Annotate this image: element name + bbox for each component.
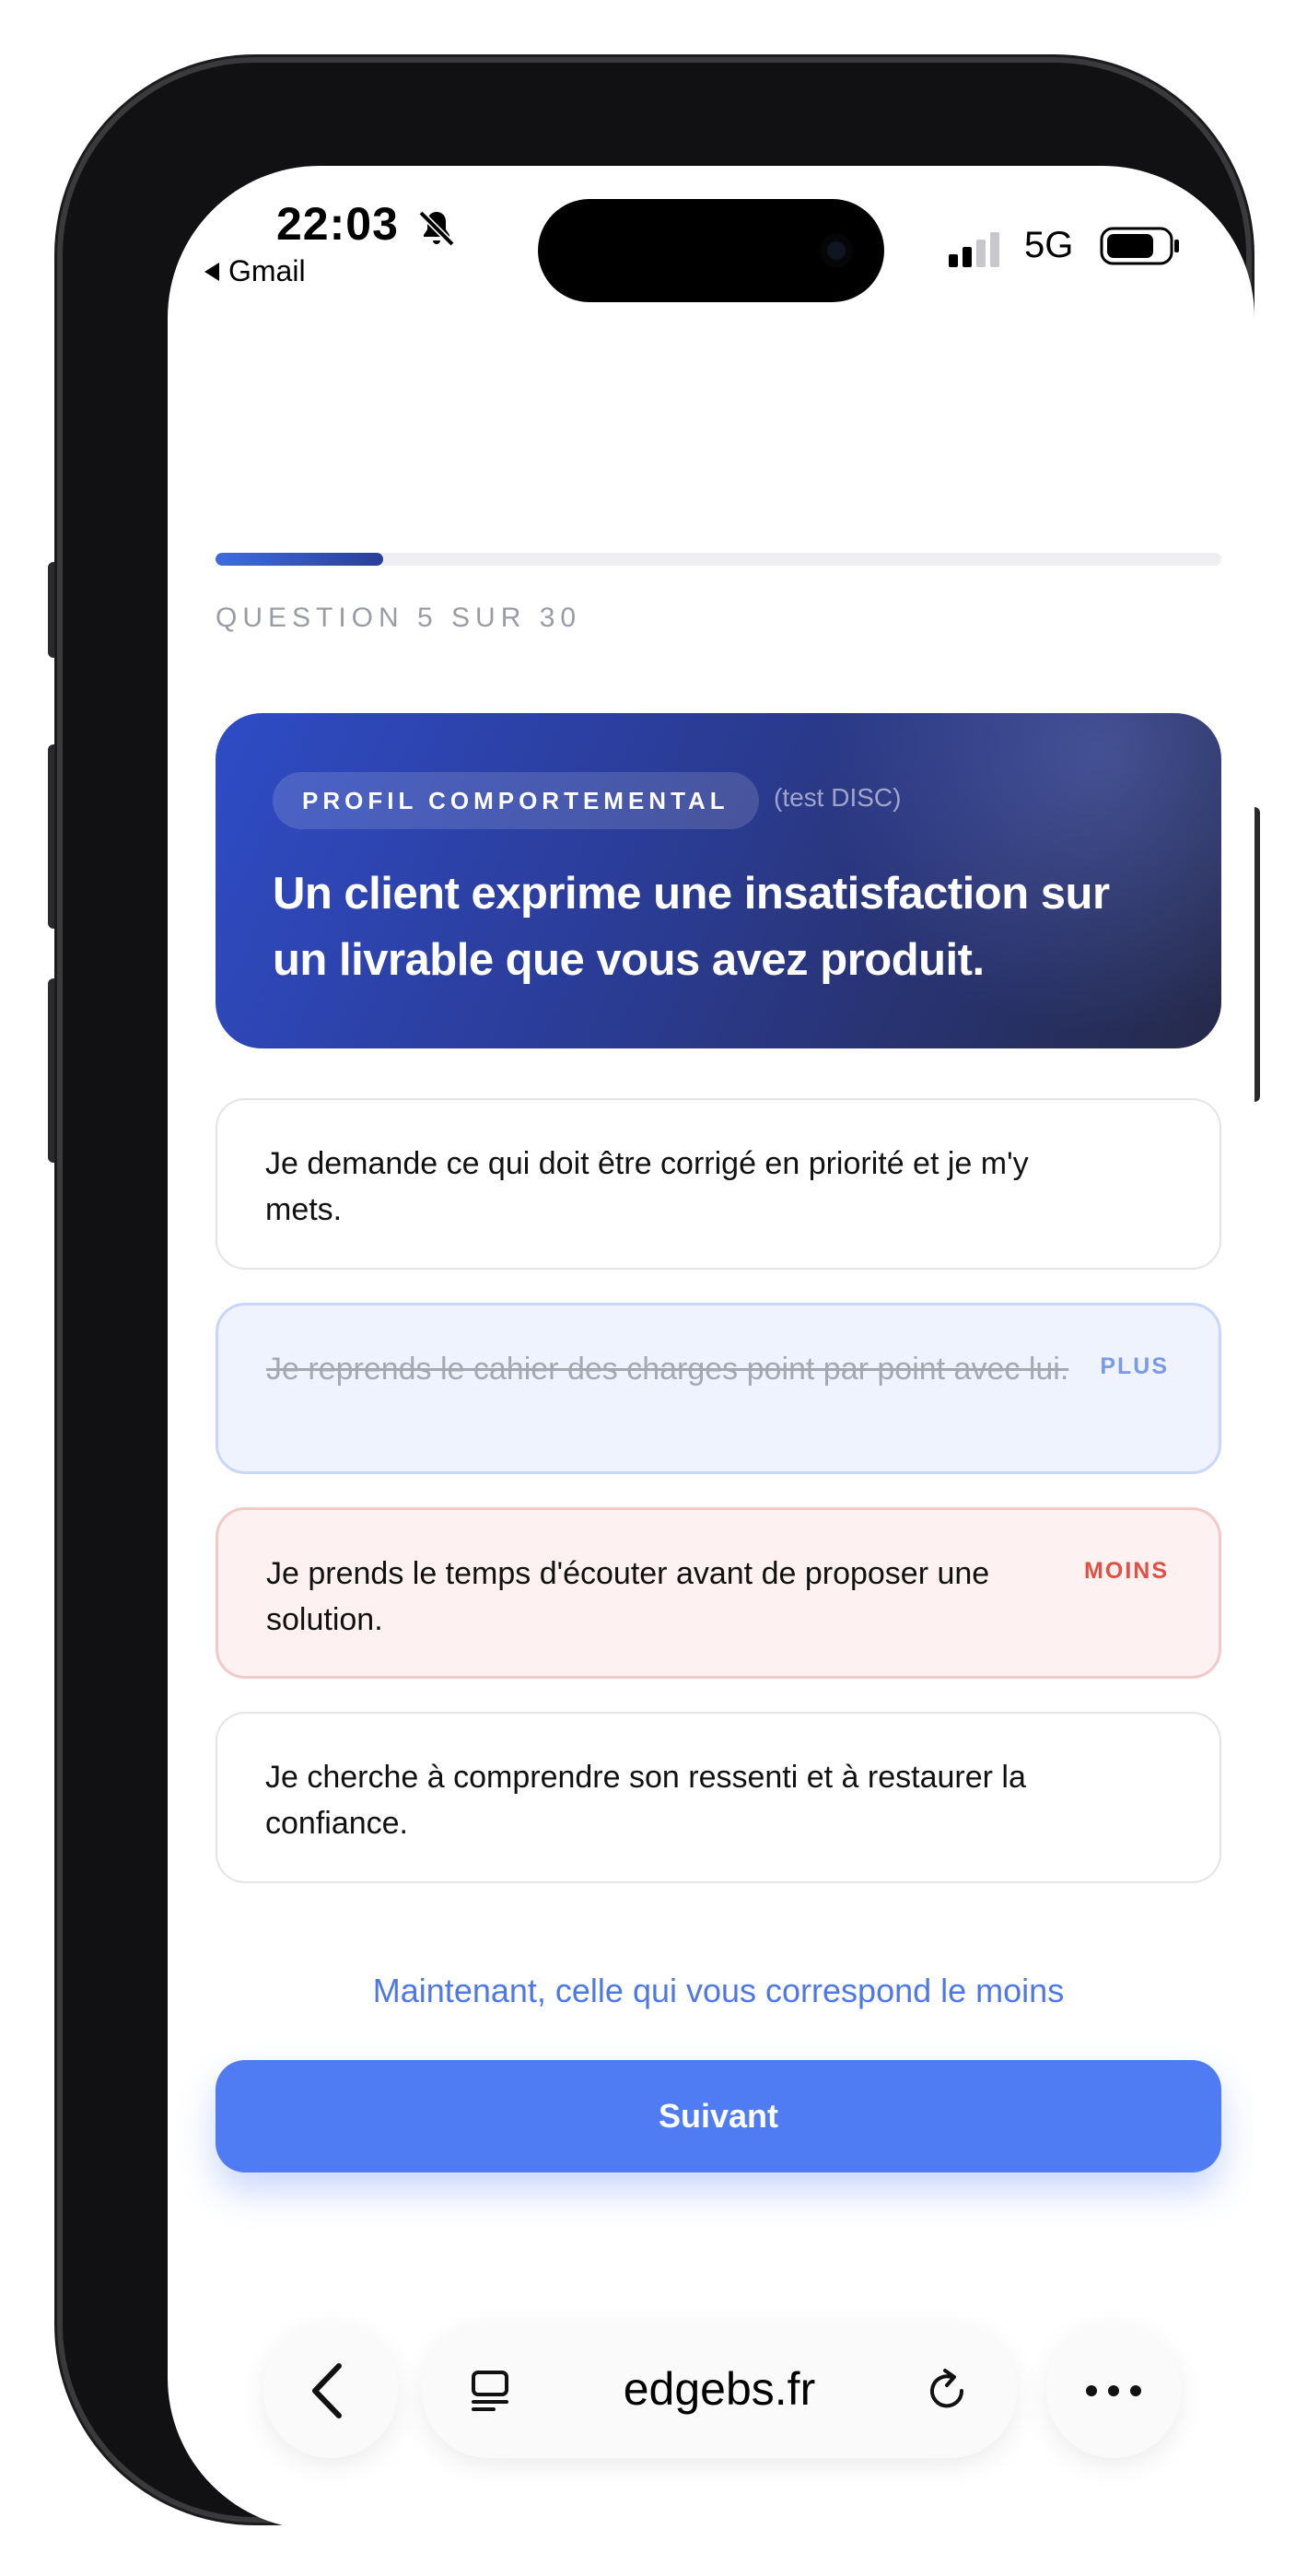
bell-slash-icon <box>418 210 455 247</box>
network-type: 5G <box>1024 225 1074 265</box>
phone-frame: 22:03 Gmail 5G QUESTION 5 SUR 30 PROFIL … <box>57 57 1254 2530</box>
url-bar[interactable]: edgebs.fr <box>422 2324 1017 2458</box>
back-to-app-link[interactable]: Gmail <box>204 254 306 288</box>
progress-bar <box>216 553 1221 566</box>
battery-icon <box>1100 227 1179 265</box>
answer-option-4[interactable]: Je cherche à comprendre son ressenti et … <box>216 1712 1221 1883</box>
cellular-signal-icon <box>949 232 999 267</box>
question-text: Un client exprime une insatisfaction sur… <box>273 869 1110 985</box>
answer-option-1[interactable]: Je demande ce qui doit être corrigé en p… <box>216 1098 1221 1270</box>
answer-option-2[interactable]: Je reprends le cahier des charges point … <box>216 1303 1221 1474</box>
category-badge: PROFIL COMPORTEMENTAL <box>273 772 759 829</box>
more-icon <box>1086 2385 1141 2396</box>
progress-fill <box>216 553 384 566</box>
option-text: Je prends le temps d'écouter avant de pr… <box>266 1556 990 1637</box>
option-text: Je reprends le cahier des charges point … <box>266 1352 1069 1387</box>
back-triangle-icon <box>204 262 219 281</box>
answer-option-3[interactable]: Je prends le temps d'écouter avant de pr… <box>216 1507 1221 1679</box>
dynamic-island <box>538 199 884 302</box>
next-button[interactable]: Suivant <box>216 2060 1221 2172</box>
question-counter: QUESTION 5 SUR 30 <box>216 603 582 633</box>
browser-back-button[interactable] <box>263 2324 398 2458</box>
plus-badge: PLUS <box>1100 1353 1169 1379</box>
back-app-label: Gmail <box>228 254 306 287</box>
browser-more-button[interactable] <box>1046 2324 1181 2458</box>
phone-screen: 22:03 Gmail 5G QUESTION 5 SUR 30 PROFIL … <box>168 166 1254 2530</box>
instruction-hint: Maintenant, celle qui vous correspond le… <box>372 1972 1065 2009</box>
back-chevron-icon <box>312 2363 342 2418</box>
question-card: PROFIL COMPORTEMENTAL (test DISC) Un cli… <box>216 713 1221 1048</box>
front-camera <box>820 234 853 267</box>
option-text: Je demande ce qui doit être corrigé en p… <box>265 1146 1029 1227</box>
status-time: 22:03 <box>276 198 399 250</box>
moins-badge: MOINS <box>1084 1558 1169 1584</box>
reload-icon[interactable] <box>919 2363 974 2418</box>
category-subtitle: (test DISC) <box>774 783 902 812</box>
option-text: Je cherche à comprendre son ressenti et … <box>265 1760 1026 1841</box>
